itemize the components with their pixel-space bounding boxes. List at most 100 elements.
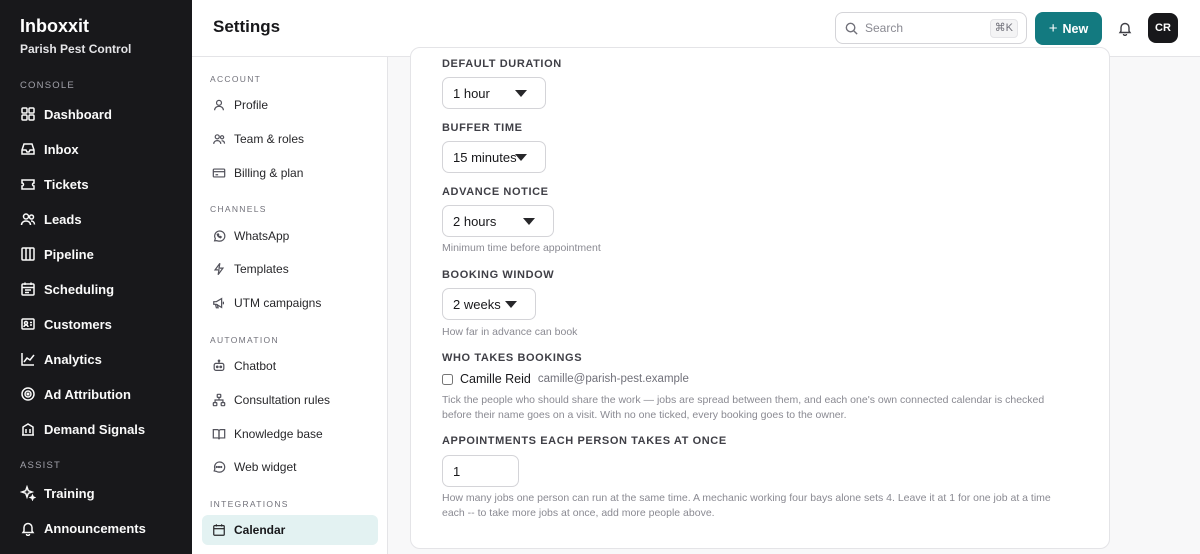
sidebar-item-label: Dashboard xyxy=(44,106,112,122)
dashboard-icon xyxy=(21,107,35,121)
sidebar-item-announcements[interactable]: Announcements xyxy=(12,513,182,543)
staff-checkbox[interactable] xyxy=(442,373,453,385)
settings-item-profile[interactable]: Profile xyxy=(202,90,378,120)
main-sidebar: Inboxxit Parish Pest Control CONSOLE Das… xyxy=(0,0,192,554)
buffer-time-value: 15 minutes xyxy=(453,149,517,165)
sidebar-item-label: Scheduling xyxy=(44,281,115,297)
settings-item-knowledge-base[interactable]: Knowledge base xyxy=(202,419,378,449)
avatar[interactable]: CR xyxy=(1148,13,1178,43)
default-duration-select[interactable]: 1 hour xyxy=(442,77,546,109)
new-button[interactable]: + New xyxy=(1035,12,1102,45)
whatsapp-icon xyxy=(213,230,226,242)
bell-icon xyxy=(21,522,35,536)
default-duration-value: 1 hour xyxy=(453,85,490,101)
sidebar-item-pipeline[interactable]: Pipeline xyxy=(12,239,182,269)
buffer-time-select[interactable]: 15 minutes xyxy=(442,141,546,173)
settings-section-account: ACCOUNT xyxy=(210,74,262,84)
settings-content: DEFAULT DURATION 1 hour BUFFER TIME 15 m… xyxy=(388,47,1200,554)
ticket-icon xyxy=(21,179,35,190)
sidebar-section-console: CONSOLE xyxy=(20,80,75,91)
sidebar-item-label: Pipeline xyxy=(44,246,94,262)
sidebar-item-demand-signals[interactable]: Demand Signals xyxy=(12,414,182,444)
staff-name: Camille Reid xyxy=(460,372,531,386)
sidebar-item-label: Analytics xyxy=(44,351,102,367)
settings-item-label: Templates xyxy=(234,262,289,276)
settings-item-calendar[interactable]: Calendar xyxy=(202,515,378,545)
settings-item-label: Web widget xyxy=(234,460,297,474)
sparkle-icon xyxy=(20,485,36,501)
settings-item-consultation-rules[interactable]: Consultation rules xyxy=(202,385,378,415)
booking-window-hint: How far in advance can book xyxy=(442,326,578,338)
settings-section-channels: CHANNELS xyxy=(210,204,267,214)
buffer-time-label: BUFFER TIME xyxy=(442,122,523,134)
advance-notice-hint: Minimum time before appointment xyxy=(442,242,601,254)
settings-item-whatsapp[interactable]: WhatsApp xyxy=(202,221,378,251)
chart-line-icon xyxy=(21,353,35,366)
settings-item-billing[interactable]: Billing & plan xyxy=(202,158,378,188)
sidebar-item-label: Customers xyxy=(44,316,112,332)
sidebar-item-customers[interactable]: Customers xyxy=(12,309,182,339)
advance-notice-label: ADVANCE NOTICE xyxy=(442,186,549,198)
settings-item-web-widget[interactable]: Web widget xyxy=(202,452,378,482)
team-icon xyxy=(213,134,226,144)
settings-item-label: UTM campaigns xyxy=(234,296,322,310)
app-name: Inboxxit xyxy=(20,16,90,36)
sidebar-item-label: Demand Signals xyxy=(44,421,146,437)
settings-item-label: Billing & plan xyxy=(234,166,304,180)
settings-item-label: Chatbot xyxy=(234,359,277,373)
booking-window-label: BOOKING WINDOW xyxy=(442,269,555,281)
new-button-label: New xyxy=(1062,21,1089,36)
sidebar-item-label: Training xyxy=(44,485,95,501)
settings-item-label: Calendar xyxy=(234,523,286,537)
inbox-icon xyxy=(21,143,35,155)
user-icon xyxy=(214,99,224,111)
chevron-down-icon xyxy=(523,218,535,225)
sidebar-item-analytics[interactable]: Analytics xyxy=(12,344,182,374)
sidebar-item-inbox[interactable]: Inbox xyxy=(12,134,182,164)
hierarchy-icon xyxy=(212,393,226,407)
advance-notice-value: 2 hours xyxy=(453,213,497,229)
who-takes-bookings-label: WHO TAKES BOOKINGS xyxy=(442,352,583,364)
settings-item-chatbot[interactable]: Chatbot xyxy=(202,351,378,381)
sidebar-item-label: Ad Attribution xyxy=(44,386,131,402)
settings-item-label: Team & roles xyxy=(234,132,305,146)
settings-section-automation: AUTOMATION xyxy=(210,335,279,345)
settings-item-label: Consultation rules xyxy=(234,393,331,407)
settings-item-templates[interactable]: Templates xyxy=(202,254,378,284)
lightning-icon xyxy=(213,262,225,276)
staff-email: camille@parish-pest.example xyxy=(537,373,689,385)
booking-window-select[interactable]: 2 weeks xyxy=(442,288,536,320)
sidebar-item-ad-attribution[interactable]: Ad Attribution xyxy=(12,379,182,409)
sidebar-item-label: Leads xyxy=(44,211,82,227)
org-name[interactable]: Parish Pest Control xyxy=(20,42,131,56)
settings-item-team-roles[interactable]: Team & roles xyxy=(202,124,378,154)
who-takes-hint-line1: Tick the people who should share the wor… xyxy=(442,394,1045,406)
chat-icon xyxy=(213,461,226,473)
sidebar-item-scheduling[interactable]: Scheduling xyxy=(12,274,182,304)
booking-window-value: 2 weeks xyxy=(453,296,501,312)
notifications-button[interactable] xyxy=(1112,14,1138,42)
search-placeholder: Search xyxy=(865,21,904,35)
sidebar-item-dashboard[interactable]: Dashboard xyxy=(12,99,182,129)
sidebar-item-leads[interactable]: Leads xyxy=(12,204,182,234)
calendar-icon xyxy=(21,282,35,296)
settings-item-utm-campaigns[interactable]: UTM campaigns xyxy=(202,288,378,318)
staff-checkbox-row[interactable]: Camille Reid camille@parish-pest.example xyxy=(442,372,689,386)
search-box[interactable]: Search ⌘K xyxy=(835,12,1027,44)
chevron-down-icon xyxy=(515,154,527,161)
appointments-at-once-input[interactable] xyxy=(442,455,519,487)
sidebar-section-assist: ASSIST xyxy=(20,460,61,471)
sidebar-item-training[interactable]: Training xyxy=(12,478,182,508)
bell-icon xyxy=(1118,22,1132,36)
default-duration-label: DEFAULT DURATION xyxy=(442,58,562,70)
who-takes-hint-line2: before their name goes on a visit. With … xyxy=(442,409,847,421)
settings-item-label: Knowledge base xyxy=(234,427,323,441)
search-icon xyxy=(845,22,858,35)
calendar-icon xyxy=(213,524,225,536)
sidebar-item-tickets[interactable]: Tickets xyxy=(12,169,182,199)
target-icon xyxy=(21,387,35,401)
sidebar-item-label: Announcements xyxy=(44,520,146,536)
page-title: Settings xyxy=(213,17,281,36)
book-icon xyxy=(212,429,226,440)
advance-notice-select[interactable]: 2 hours xyxy=(442,205,554,237)
